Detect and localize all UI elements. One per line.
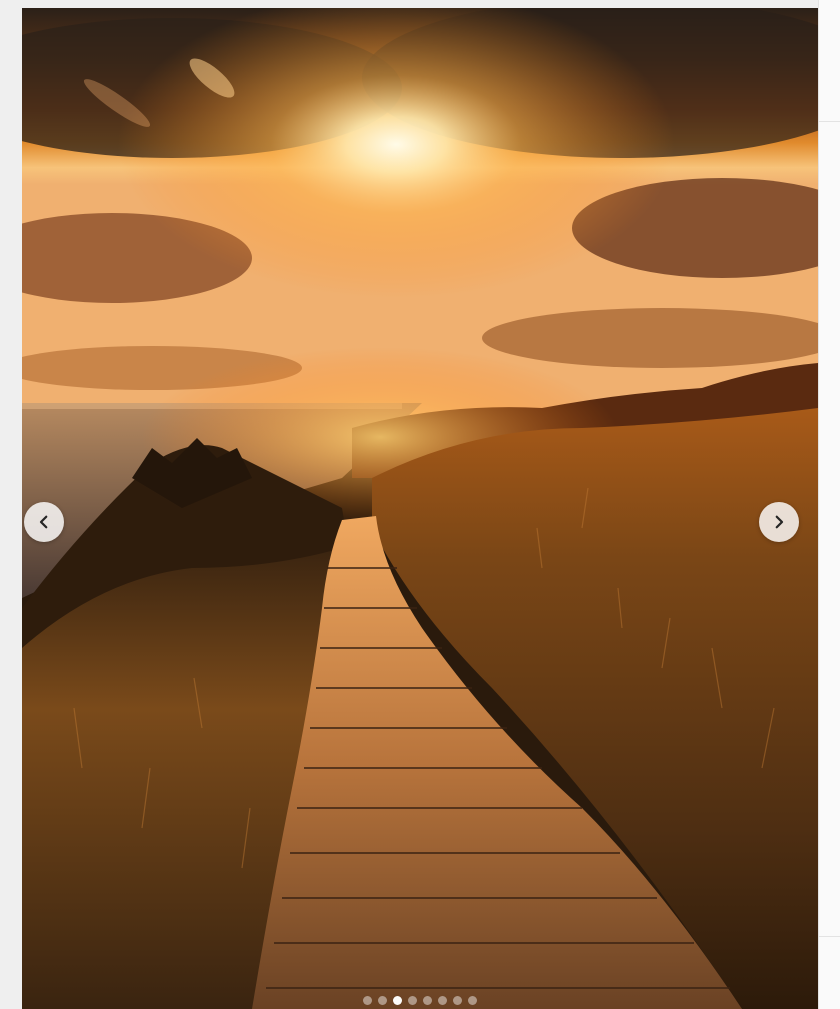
side-panel-divider	[819, 121, 840, 122]
carousel-dot-active	[393, 996, 402, 1005]
previous-slide-button[interactable]	[24, 502, 64, 542]
side-panel-divider	[819, 936, 840, 937]
carousel-dot	[468, 996, 477, 1005]
carousel-dot	[378, 996, 387, 1005]
chevron-right-icon	[775, 515, 784, 529]
side-panel	[818, 0, 840, 1009]
next-slide-button[interactable]	[759, 502, 799, 542]
post-viewer	[0, 0, 840, 1009]
boardwalk-sunset-photo	[22, 8, 818, 1009]
carousel-dot	[438, 996, 447, 1005]
chevron-left-icon	[39, 515, 48, 529]
post-media-carousel[interactable]	[22, 8, 818, 1009]
carousel-dot	[453, 996, 462, 1005]
carousel-dot	[423, 996, 432, 1005]
carousel-dot	[363, 996, 372, 1005]
post-photo	[22, 8, 818, 1009]
carousel-dot	[408, 996, 417, 1005]
carousel-indicator	[22, 996, 818, 1005]
